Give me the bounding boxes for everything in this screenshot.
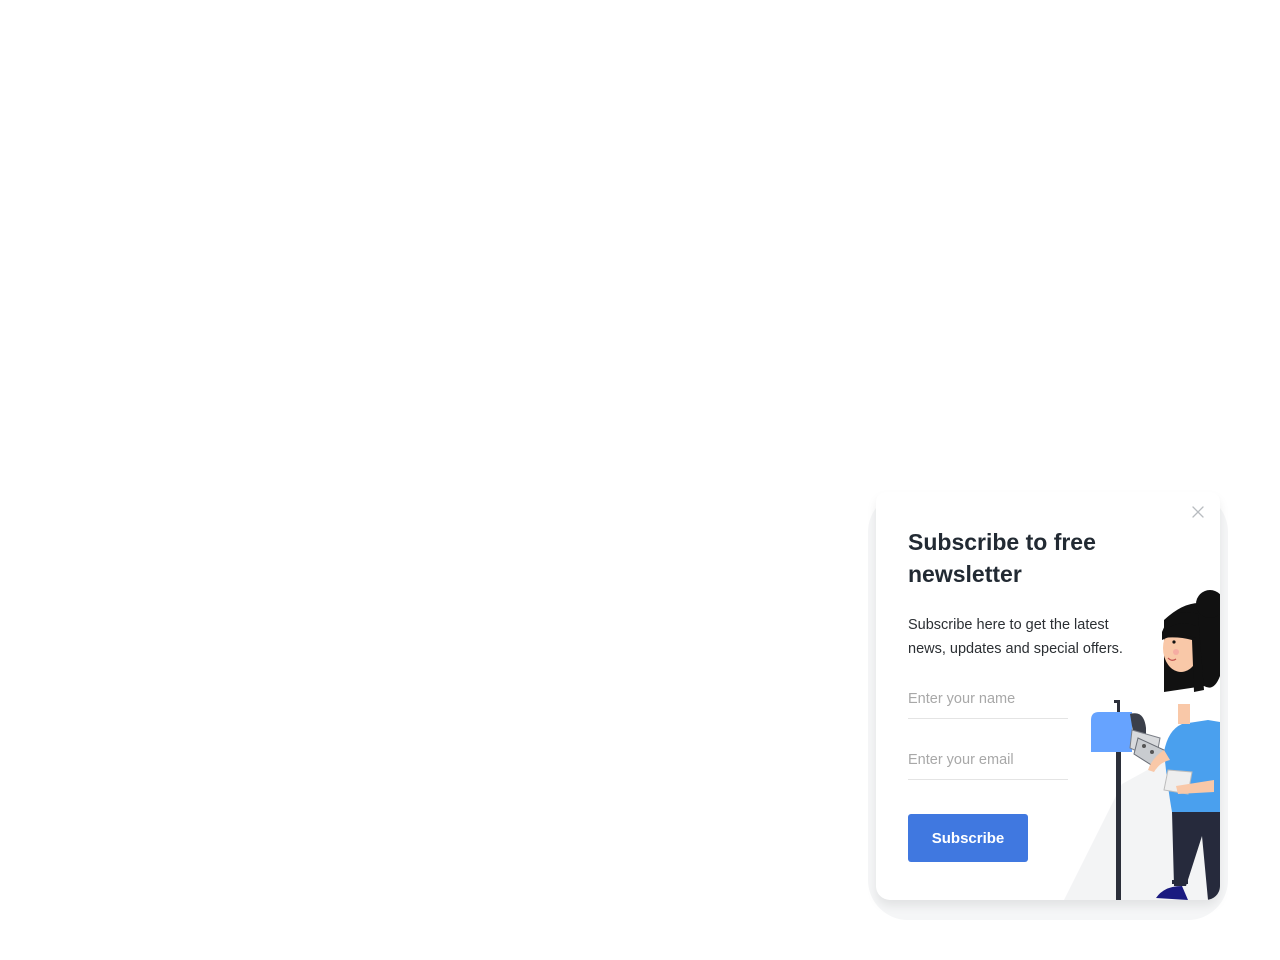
- mailbox-post: [1116, 730, 1121, 900]
- woman-shirt: [1164, 720, 1220, 812]
- mailbox-body: [1091, 712, 1132, 752]
- close-icon: [1192, 506, 1204, 518]
- woman-cheek: [1173, 649, 1179, 655]
- name-input[interactable]: [908, 680, 1068, 719]
- close-button[interactable]: [1190, 504, 1206, 520]
- woman-sock: [1172, 880, 1188, 884]
- woman-neck: [1178, 704, 1190, 724]
- email-input[interactable]: [908, 741, 1068, 780]
- woman-mailbox-illustration: [1064, 590, 1220, 900]
- mailbox-flag-tip: [1114, 700, 1120, 703]
- newsletter-popup: Subscribe to free newsletter Subscribe h…: [876, 492, 1220, 900]
- subscribe-button[interactable]: Subscribe: [908, 814, 1028, 862]
- woman-eye: [1172, 640, 1176, 644]
